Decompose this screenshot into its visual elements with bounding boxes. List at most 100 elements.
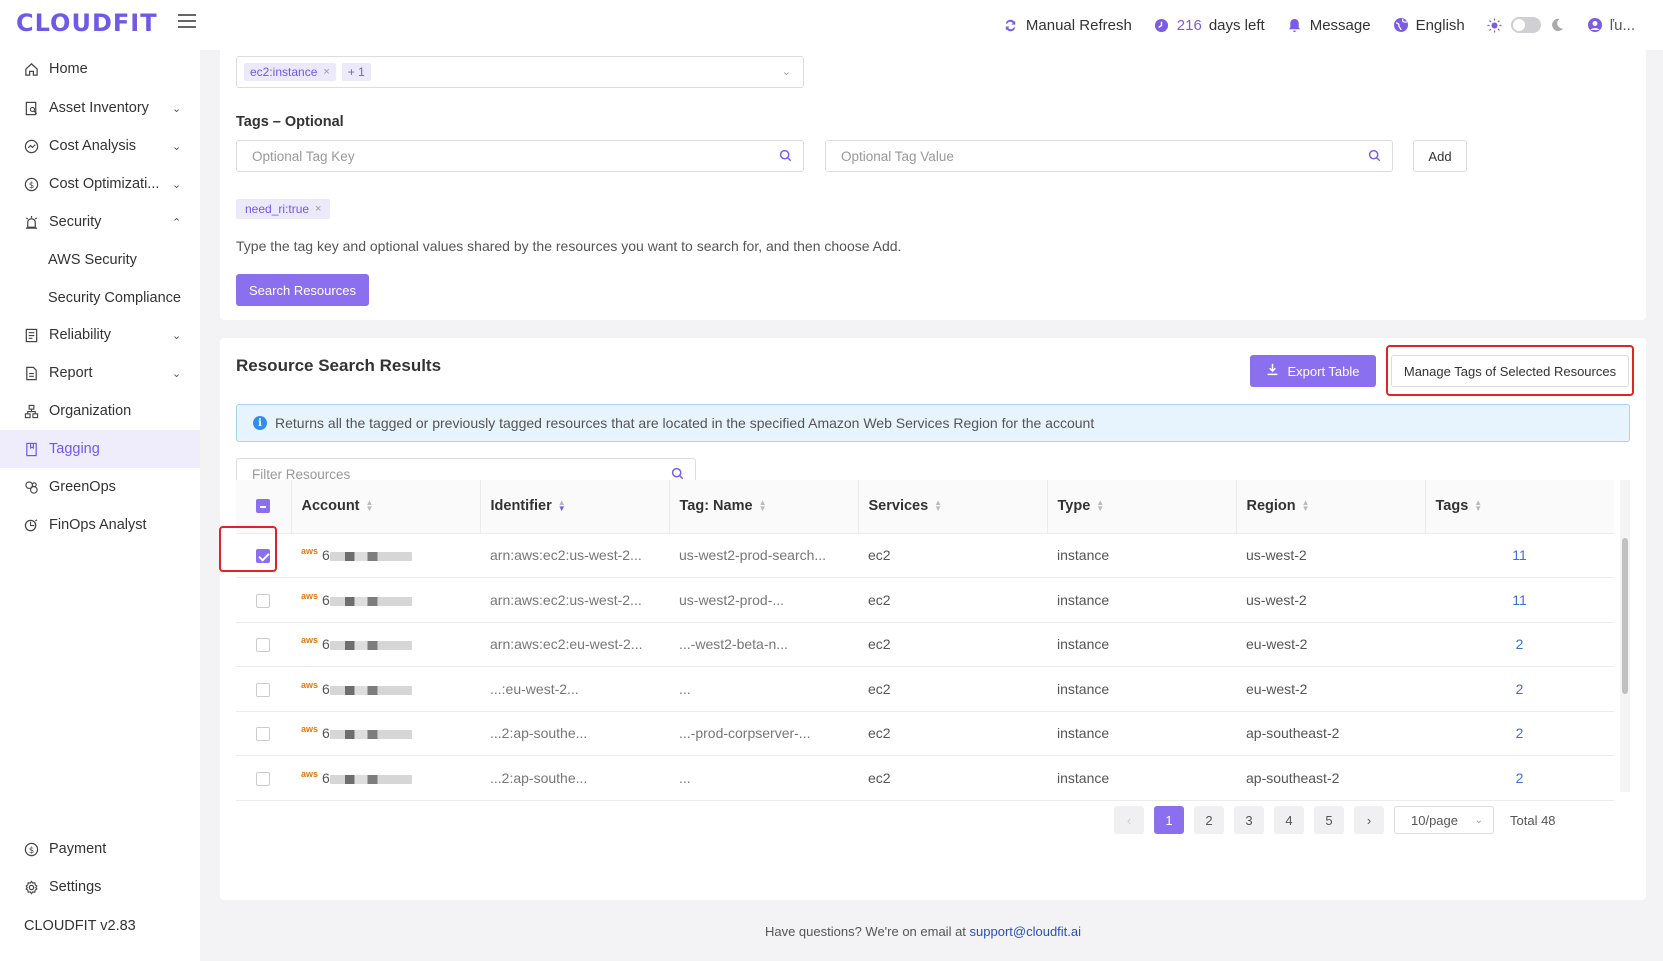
tags-count-link[interactable]: 2 [1425,666,1614,712]
sidebar-item-reliability[interactable]: Reliability ⌄ [0,316,200,354]
tag-value-input[interactable]: Optional Tag Value [825,140,1393,172]
sidebar-item-cost-analysis[interactable]: Cost Analysis ⌄ [0,127,200,165]
column-header-type[interactable]: Type ▲ ▼ [1046,480,1236,534]
sidebar-item-tagging[interactable]: Tagging [0,430,200,468]
row-checkbox[interactable] [256,682,270,697]
sort-icon[interactable]: ▲ ▼ [1096,499,1104,513]
report-icon [23,365,39,381]
row-checkbox[interactable] [256,771,270,786]
sidebar-item-finops-analyst[interactable]: FinOps Analyst [0,506,200,544]
row-checkbox[interactable] [256,727,270,742]
service-cell: ec2 [858,755,1047,801]
sidebar-item-aws-security[interactable]: AWS Security [0,241,200,279]
table-row[interactable]: aws 6 ...2:ap-southe...... ec2 instance ap-so… [236,755,1614,801]
sidebar-item-home[interactable]: Home [0,50,200,88]
identifier-cell: arn:aws:ec2:eu-west-2... [480,622,669,667]
tags-count-link[interactable]: 11 [1425,577,1614,623]
org-icon [23,403,39,419]
scrollbar-thumb[interactable] [1622,538,1628,694]
sidebar-item-report[interactable]: Report ⌄ [0,354,200,392]
page-button-2[interactable]: 2 [1194,806,1224,834]
sidebar-item-organization[interactable]: Organization [0,392,200,430]
manual-refresh-button[interactable]: Manual Refresh [1003,17,1132,34]
theme-switch[interactable] [1487,17,1565,33]
theme-toggle[interactable] [1510,17,1541,33]
region-cell: us-west-2 [1236,577,1425,623]
aws-logo-icon: aws [301,590,319,601]
user-menu[interactable]: ľu... [1587,17,1635,34]
row-select-cell[interactable] [236,622,291,667]
export-table-label: Export Table [1287,363,1360,379]
sort-icon[interactable]: ▲ ▼ [1302,499,1310,513]
remove-tag-icon[interactable]: × [315,203,321,215]
sidebar-item-asset-inventory[interactable]: Asset Inventory ⌄ [0,89,200,127]
language-selector[interactable]: English [1393,17,1465,34]
remove-chip-icon[interactable]: × [323,66,329,78]
sort-icon[interactable]: ▲ ▼ [1474,499,1482,513]
identifier-cell: ...2:ap-southe... [480,755,669,801]
account-value: 6 [322,636,330,653]
results-card: Resource Search Results Export Table Man… [219,338,1646,900]
column-header-account[interactable]: Account ▲ ▼ [290,480,480,534]
tags-count-link[interactable]: 2 [1425,755,1614,801]
redacted-block [329,730,412,740]
sidebar-item-settings[interactable]: Settings [0,868,200,906]
column-header-tags[interactable]: Tags ▲ ▼ [1424,480,1614,534]
identifier-value: ...2:ap-southe... [490,769,588,786]
message-button[interactable]: Message [1287,17,1371,34]
column-header-identifier[interactable]: Identifier ▲ ▼ [479,480,669,534]
sort-icon[interactable]: ▲ ▼ [558,499,566,513]
tag-name-value: ...-prod-corpserver-... [679,725,811,742]
page-button-1[interactable]: 1 [1154,806,1184,834]
tag-key-input[interactable]: Optional Tag Key [236,140,804,172]
table-row[interactable]: aws 6 arn:aws:ec2:us-west-2... us-west2-pro… [236,533,1614,578]
sidebar-item-security[interactable]: Security ⌃ [0,203,200,241]
row-checkbox[interactable] [256,593,270,608]
sidebar-item-label: Payment [49,841,107,857]
table-row[interactable]: aws 6 ...:eu-west-2...... ec2 instance eu-wes… [236,666,1614,712]
tag-name-cell: ...-prod-corpserver-... [669,711,858,756]
next-page-button[interactable]: › [1354,806,1384,834]
tag-name-value: ...-west2-beta-n... [679,636,788,653]
tags-count-link[interactable]: 11 [1425,533,1614,578]
sidebar-item-label: Settings [49,879,102,895]
column-header-region[interactable]: Region ▲ ▼ [1235,480,1425,534]
tags-count-link[interactable]: 2 [1425,622,1614,667]
page-size-select[interactable]: 10/page ⌄ [1394,806,1494,834]
sort-icon[interactable]: ▲ ▼ [366,499,374,513]
sidebar-item-cost-optimization[interactable]: $ Cost Optimizati... ⌄ [0,165,200,203]
add-tag-button[interactable]: Add [1413,140,1467,172]
prev-page-button[interactable]: ‹ [1114,806,1144,834]
tags-count-link[interactable]: 2 [1425,711,1614,756]
table-row[interactable]: aws 6 arn:aws:ec2:eu-west-2... ...-west2-be… [236,622,1614,667]
support-email-link[interactable]: support@cloudfit.ai [970,924,1081,939]
resource-type-select[interactable]: ec2:instance × + 1 ⌄ [236,56,804,88]
row-checkbox[interactable] [256,638,270,653]
chevron-up-icon: ⌃ [172,216,182,229]
search-resources-button[interactable]: Search Resources [236,274,369,306]
export-table-button[interactable]: Export Table [1250,355,1376,387]
table-row[interactable]: aws 6 ...2:ap-southe... ...-prod-corpserver… [236,711,1614,756]
user-name: ľu... [1609,16,1635,34]
select-all-checkbox[interactable] [256,499,270,514]
column-header-services[interactable]: Services ▲ ▼ [857,480,1047,534]
sidebar-item-greenops[interactable]: GreenOps [0,468,200,506]
column-header-tag-name[interactable]: Tag: Name ▲ ▼ [668,480,858,534]
app-logo[interactable]: CLOUDFIT [16,9,158,37]
sidebar-item-security-compliance[interactable]: Security Compliance [0,279,200,317]
sort-icon[interactable]: ▲ ▼ [759,499,767,513]
page-button-3[interactable]: 3 [1234,806,1264,834]
page-button-4[interactable]: 4 [1274,806,1304,834]
menu-toggle-icon[interactable] [178,14,196,30]
sidebar-item-payment[interactable]: $ Payment [0,830,200,868]
row-select-cell[interactable] [236,577,291,623]
identifier-value: arn:aws:ec2:eu-west-2... [490,636,643,653]
row-select-cell[interactable] [236,711,291,756]
row-select-cell[interactable] [236,755,291,801]
table-scrollbar[interactable] [1620,480,1630,792]
info-alert-text: Returns all the tagged or previously tag… [275,415,1095,431]
row-select-cell[interactable] [236,666,291,712]
sort-icon[interactable]: ▲ ▼ [934,499,942,513]
table-row[interactable]: aws 6 arn:aws:ec2:us-west-2... us-west2-pro… [236,577,1614,623]
page-button-5[interactable]: 5 [1314,806,1344,834]
